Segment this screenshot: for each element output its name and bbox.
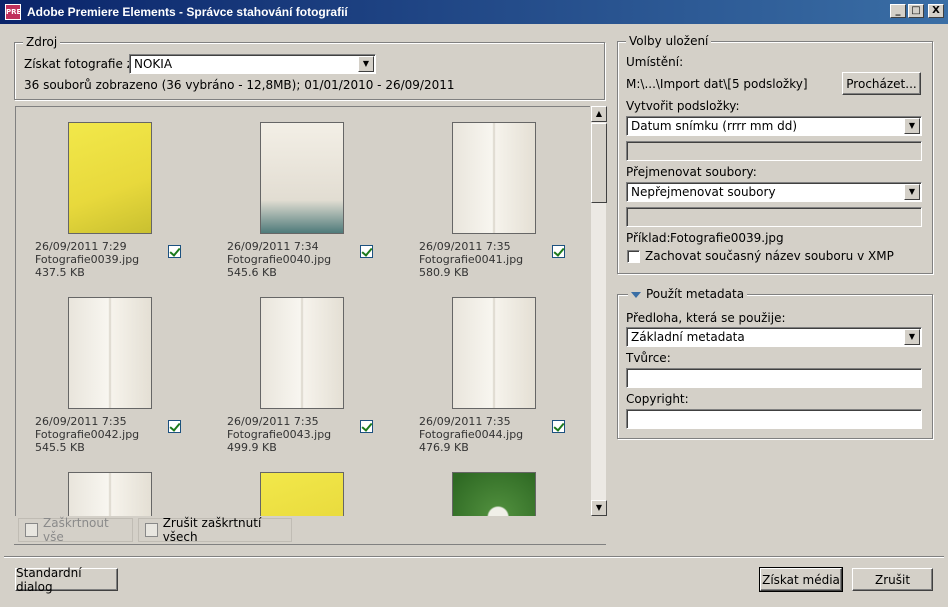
uncheck-all-label: Zrušit zaškrtnutí všech [162, 516, 262, 544]
device-select-value: NOKIA [134, 57, 173, 71]
photo-size: 476.9 KB [419, 441, 469, 454]
subfolder-name-field[interactable] [626, 141, 922, 161]
photo-select-checkbox[interactable] [552, 420, 565, 433]
uncheck-all-button[interactable]: Zrušit zaškrtnutí všech [138, 516, 292, 544]
photo-meta: 26/09/2011 7:34 Fotografie0040.jpg 545.6 K… [227, 240, 331, 279]
author-label: Tvůrce: [626, 351, 671, 365]
photo-date: 26/09/2011 7:35 [419, 240, 511, 253]
example-value: Fotografie0039.jpg [670, 231, 784, 245]
maximize-button[interactable]: □ [908, 4, 924, 18]
photo-select-checkbox[interactable] [552, 245, 565, 258]
copyright-field[interactable] [626, 409, 922, 429]
metadata-group-label[interactable]: Použít metadata [628, 287, 748, 301]
window-title: Adobe Premiere Elements - Správce stahov… [27, 5, 348, 19]
scroll-up-icon[interactable]: ▲ [591, 106, 607, 122]
photo-meta: 26/09/2011 7:35 Fotografie0042.jpg 545.5 K… [35, 415, 139, 454]
photo-date: 26/09/2011 7:35 [419, 415, 511, 428]
photo-size: 437.5 KB [35, 266, 85, 279]
photo-thumbnail[interactable] [452, 472, 536, 516]
photo-meta: 26/09/2011 7:35 Fotografie0043.jpg 499.9 K… [227, 415, 331, 454]
check-all-label: Zaškrtnout vše [43, 516, 109, 544]
photo-meta: 26/09/2011 7:35 Fotografie0041.jpg 580.9 K… [419, 240, 523, 279]
photo-thumbnail[interactable] [68, 297, 152, 409]
thumbnail-grid[interactable]: 26/09/2011 7:29 Fotografie0039.jpg 437.5 K… [15, 106, 590, 516]
cancel-button[interactable]: Zrušit [852, 568, 933, 591]
subfolders-select-value: Datum snímku (rrrr mm dd) [631, 119, 797, 133]
author-field[interactable] [626, 368, 922, 388]
subfolders-select[interactable]: Datum snímku (rrrr mm dd) ▼ [626, 116, 922, 136]
photo-thumbnail[interactable] [260, 297, 344, 409]
get-from-label: Získat fotografie z: [24, 57, 138, 71]
chevron-down-icon[interactable]: ▼ [904, 329, 920, 345]
photo-name: Fotografie0042.jpg [35, 428, 140, 441]
save-options-label: Volby uložení [626, 34, 712, 48]
scroll-thumb[interactable] [591, 123, 607, 203]
photo-date: 26/09/2011 7:34 [227, 240, 319, 253]
location-value: M:\...\Import dat\[5 podsložky] [626, 77, 808, 91]
uncheck-all-icon [145, 523, 158, 537]
photo-thumbnail[interactable] [452, 297, 536, 409]
photo-thumbnail[interactable] [260, 472, 344, 516]
chevron-down-icon[interactable]: ▼ [904, 118, 920, 134]
rename-field[interactable] [626, 207, 922, 227]
photo-meta: 26/09/2011 7:29 Fotografie0039.jpg 437.5 K… [35, 240, 139, 279]
keep-name-label: Zachovat současný název souboru v XMP [645, 249, 894, 263]
example-label: Příklad: [626, 231, 671, 245]
photo-select-checkbox[interactable] [360, 245, 373, 258]
template-select[interactable]: Základní metadata ▼ [626, 327, 922, 347]
photo-name: Fotografie0041.jpg [419, 253, 524, 266]
photo-thumbnail[interactable] [68, 122, 152, 234]
title-bar: PRE Adobe Premiere Elements - Správce st… [0, 0, 948, 24]
source-summary: 36 souborů zobrazeno (36 vybráno - 12,8M… [24, 78, 455, 92]
copyright-label: Copyright: [626, 392, 689, 406]
photo-date: 26/09/2011 7:35 [35, 415, 127, 428]
scroll-down-icon[interactable]: ▼ [591, 500, 607, 516]
source-group-label: Zdroj [23, 35, 61, 49]
photo-thumbnail[interactable] [260, 122, 344, 234]
footer-separator [4, 556, 944, 558]
photo-name: Fotografie0040.jpg [227, 253, 332, 266]
photo-size: 545.6 KB [227, 266, 277, 279]
rename-select-value: Nepřejmenovat soubory [631, 185, 776, 199]
check-all-icon [25, 523, 39, 537]
photo-name: Fotografie0039.jpg [35, 253, 140, 266]
photo-meta: 26/09/2011 7:35 Fotografie0044.jpg 476.9 K… [419, 415, 523, 454]
photo-select-checkbox[interactable] [168, 420, 181, 433]
photo-thumbnail[interactable] [68, 472, 152, 516]
location-label: Umístění: [626, 55, 684, 69]
chevron-down-icon[interactable]: ▼ [904, 184, 920, 200]
thumbnail-scrollbar[interactable]: ▲ ▼ [590, 106, 607, 516]
check-all-button[interactable]: Zaškrtnout vše [18, 516, 133, 544]
photo-size: 580.9 KB [419, 266, 469, 279]
metadata-label-text: Použít metadata [646, 287, 745, 301]
triangle-down-icon [631, 291, 641, 298]
browse-button[interactable]: Procházet... [842, 72, 921, 95]
get-media-button[interactable]: Získat média [759, 567, 843, 592]
close-button[interactable]: X [928, 4, 944, 18]
app-icon: PRE [5, 4, 21, 20]
chevron-down-icon[interactable]: ▼ [358, 56, 374, 72]
template-label: Předloha, která se použije: [626, 311, 786, 325]
photo-size: 545.5 KB [35, 441, 85, 454]
minimize-button[interactable]: _ [890, 4, 906, 18]
rename-label: Přejmenovat soubory: [626, 165, 757, 179]
thumbs-bottom-border [14, 544, 606, 545]
device-select[interactable]: NOKIA ▼ [129, 54, 376, 74]
photo-date: 26/09/2011 7:29 [35, 240, 127, 253]
photo-select-checkbox[interactable] [360, 420, 373, 433]
template-select-value: Základní metadata [631, 330, 745, 344]
photo-date: 26/09/2011 7:35 [227, 415, 319, 428]
photo-name: Fotografie0044.jpg [419, 428, 524, 441]
photo-select-checkbox[interactable] [168, 245, 181, 258]
standard-dialog-button[interactable]: Standardní dialog [15, 566, 118, 594]
photo-name: Fotografie0043.jpg [227, 428, 332, 441]
photo-size: 499.9 KB [227, 441, 277, 454]
rename-select[interactable]: Nepřejmenovat soubory ▼ [626, 182, 922, 202]
subfolders-label: Vytvořit podsložky: [626, 99, 740, 113]
keep-name-checkbox[interactable] [627, 250, 640, 263]
photo-thumbnail[interactable] [452, 122, 536, 234]
